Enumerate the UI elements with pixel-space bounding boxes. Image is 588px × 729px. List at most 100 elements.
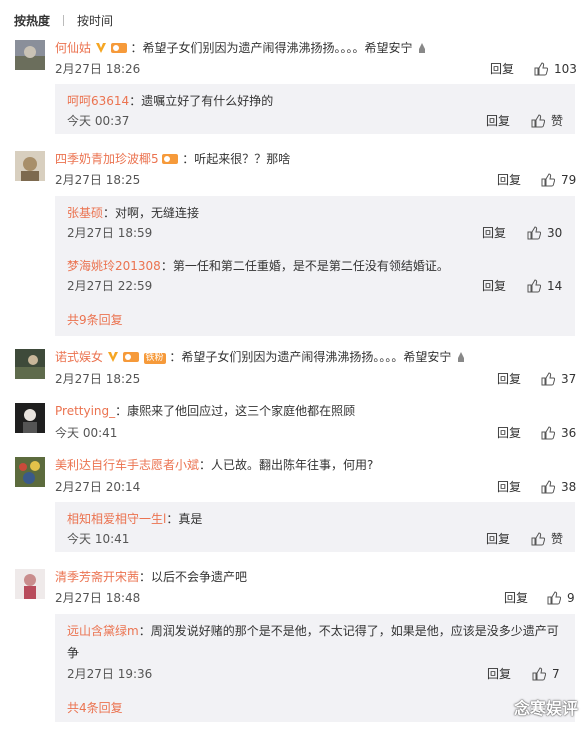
username-link[interactable]: 梦海姚玲201308 — [67, 259, 161, 273]
comment-text: ：人已故。翻出陈年往事，何用? — [199, 458, 374, 472]
comment-text: ：康熙来了他回应过，这三个家庭他都在照顾 — [115, 404, 356, 418]
reply-time: 2月27日 18:59 — [67, 226, 153, 240]
username-link[interactable]: Prettying_ — [55, 404, 115, 418]
username-link[interactable]: 呵呵63614 — [67, 94, 129, 108]
reply-text: ：对啊，无缝连接 — [103, 206, 200, 220]
thumbs-up-icon — [541, 480, 555, 494]
sort-by-hot-tab[interactable]: 按热度 — [14, 12, 50, 29]
like-button[interactable]: 赞 — [531, 531, 563, 547]
comment-content: 美利达自行车手志愿者小斌：人已故。翻出陈年往事，何用? — [55, 457, 373, 473]
sort-by-time-tab[interactable]: 按时间 — [77, 12, 113, 29]
like-count: 37 — [561, 372, 577, 386]
sort-divider — [63, 14, 65, 26]
pray-emoji-icon — [458, 352, 465, 362]
like-button[interactable]: 103 — [534, 61, 577, 77]
avatar[interactable] — [15, 457, 45, 487]
thumbs-up-icon — [541, 426, 555, 440]
verified-v-icon — [95, 43, 106, 53]
reply-button[interactable]: 回复 — [486, 531, 510, 547]
username-link[interactable]: 四季奶青加珍波椰5 — [55, 152, 159, 166]
reply-text: ：遗嘱立好了有什么好挣的 — [129, 94, 274, 108]
comment-text: ：希望子女们别因为遗产闹得沸沸扬扬。。。。希望安宁 — [169, 350, 452, 364]
reply-list: 相知相爱相守一生l：真是 今天 10:41 回复 赞 — [55, 502, 575, 552]
avatar[interactable] — [15, 151, 45, 181]
avatar[interactable] — [15, 349, 45, 379]
reply-button[interactable]: 回复 — [482, 225, 506, 241]
pray-emoji-icon — [419, 43, 426, 53]
comment-item: 诺式娱女 铁粉 ：希望子女们别因为遗产闹得沸沸扬扬。。。。希望安宁 2月27日 … — [0, 349, 588, 387]
reply-text: ：真是 — [166, 512, 203, 526]
username-link[interactable]: 诺式娱女 — [55, 350, 103, 364]
like-button[interactable]: 36 — [541, 425, 576, 441]
username-link[interactable]: 美利达自行车手志愿者小斌 — [55, 458, 199, 472]
view-all-replies-link[interactable]: 共9条回复 — [67, 312, 123, 328]
like-button[interactable]: 37 — [541, 371, 576, 387]
like-count: 赞 — [551, 532, 564, 546]
reply-content: 远山含黛绿m：周润发说好赌的那个是不是他，不太记得了，如果是他，应该是没多少遗产… — [67, 623, 559, 639]
comment-time: 2月27日 18:25 — [55, 173, 141, 187]
reply-text: ：周润发说好赌的那个是不是他，不太记得了，如果是他，应该是没多少遗产可 — [138, 624, 559, 638]
like-button[interactable]: 38 — [541, 479, 576, 495]
like-button[interactable]: 14 — [527, 278, 562, 294]
avatar[interactable] — [15, 40, 45, 70]
reply-time: 今天 00:37 — [67, 114, 130, 128]
reply-button[interactable]: 回复 — [486, 113, 510, 129]
reply-list: 远山含黛绿m：周润发说好赌的那个是不是他，不太记得了，如果是他，应该是没多少遗产… — [55, 614, 575, 722]
reply-button[interactable]: 回复 — [482, 278, 506, 294]
like-button[interactable]: 30 — [527, 225, 562, 241]
view-all-replies-link[interactable]: 共4条回复 — [67, 700, 123, 716]
like-count: 38 — [561, 480, 577, 494]
reply-button[interactable]: 回复 — [487, 666, 511, 682]
reply-button[interactable]: 回复 — [497, 371, 521, 387]
reply-button[interactable]: 回复 — [504, 590, 528, 606]
username-link[interactable]: 何仙姑 — [55, 41, 91, 55]
thumbs-up-icon — [541, 173, 555, 187]
reply-list: 呵呵63614：遗嘱立好了有什么好挣的 今天 00:37 回复 赞 — [55, 84, 575, 134]
username-link[interactable]: 远山含黛绿m — [67, 624, 139, 638]
like-count: 103 — [554, 62, 577, 76]
reply-button[interactable]: 回复 — [497, 425, 521, 441]
comment-content: 清季芳斋开宋茜：以后不会争遗产吧 — [55, 569, 247, 585]
fan-level-icon — [110, 43, 127, 53]
comment-text: ：以后不会争遗产吧 — [139, 570, 248, 584]
thumbs-up-icon — [532, 667, 546, 681]
fan-level-icon — [122, 352, 139, 362]
reply-text: ：第一任和第二任重婚，是不是第二任没有领结婚证。 — [160, 259, 449, 273]
like-button[interactable]: 7 — [532, 666, 560, 682]
fan-level-icon — [162, 154, 179, 164]
like-button[interactable]: 79 — [541, 172, 576, 188]
username-link[interactable]: 清季芳斋开宋茜 — [55, 570, 139, 584]
like-button[interactable]: 9 — [547, 590, 575, 606]
avatar[interactable] — [15, 403, 45, 433]
reply-content: 张基硕：对啊，无缝连接 — [67, 205, 199, 221]
comment-time: 今天 00:41 — [55, 426, 118, 440]
username-link[interactable]: 相知相爱相守一生l — [67, 512, 166, 526]
thumbs-up-icon — [541, 372, 555, 386]
reply-text-continued: 争 — [67, 646, 80, 660]
comment-text: ：希望子女们别因为遗产闹得沸沸扬扬。。。。希望安宁 — [130, 41, 413, 55]
reply-content: 相知相爱相守一生l：真是 — [67, 511, 202, 527]
like-button[interactable]: 赞 — [531, 113, 563, 129]
watermark-text: 念寒娱评 — [513, 699, 578, 718]
like-count: 7 — [552, 667, 560, 681]
comment-item: 四季奶青加珍波椰5 ：听起来很？？那啥 2月27日 18:25 回复 79 — [0, 151, 588, 189]
thumbs-up-icon — [527, 226, 541, 240]
reply-button[interactable]: 回复 — [497, 479, 521, 495]
like-count: 79 — [561, 173, 577, 187]
reply-button[interactable]: 回复 — [490, 61, 514, 77]
reply-time: 今天 10:41 — [67, 532, 130, 546]
comment-time: 2月27日 20:14 — [55, 480, 141, 494]
like-count: 30 — [547, 226, 563, 240]
like-count: 赞 — [551, 114, 564, 128]
like-count: 36 — [561, 426, 577, 440]
comment-text: ：听起来很？？那啥 — [182, 152, 291, 166]
username-link[interactable]: 张基硕 — [67, 206, 103, 220]
comment-content: 何仙姑 ：希望子女们别因为遗产闹得沸沸扬扬。。。。希望安宁 — [55, 40, 428, 56]
reply-button[interactable]: 回复 — [497, 172, 521, 188]
verified-v-icon — [107, 352, 118, 362]
thumbs-up-icon — [547, 591, 561, 605]
comment-content: 四季奶青加珍波椰5 ：听起来很？？那啥 — [55, 151, 290, 167]
avatar[interactable] — [15, 569, 45, 599]
like-count: 9 — [567, 591, 575, 605]
sort-bar: 按热度 按时间 — [14, 12, 113, 28]
